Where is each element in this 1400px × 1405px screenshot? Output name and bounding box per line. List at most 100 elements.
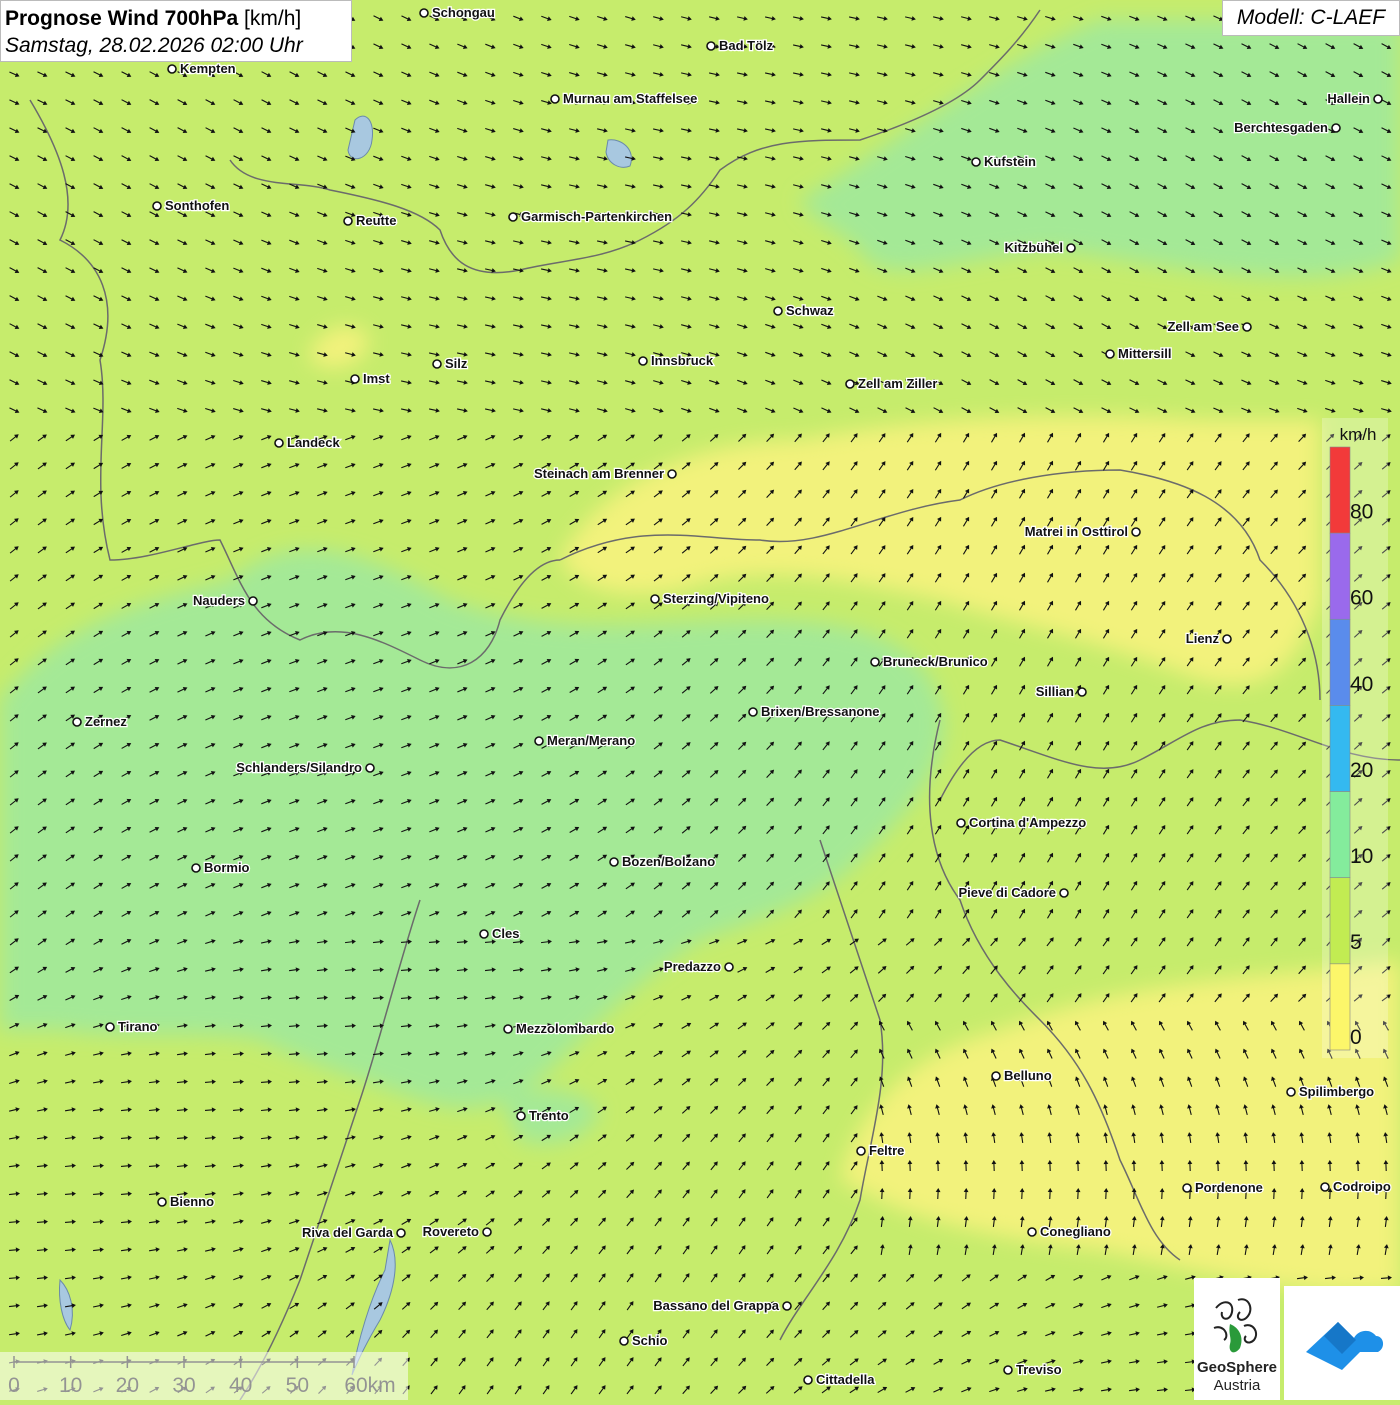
city-label: Bassano del Grappa — [653, 1298, 779, 1313]
map-title-unit: [km/h] — [244, 7, 301, 30]
city-dot-icon — [483, 1228, 491, 1236]
city-label: Zernez — [85, 714, 127, 729]
legend-swatch — [1330, 964, 1350, 1050]
city-label: Zell am See — [1167, 319, 1239, 334]
city-label: Treviso — [1016, 1362, 1062, 1377]
city-label: Imst — [363, 371, 390, 386]
legend-label: 60 — [1350, 587, 1373, 610]
wind-map: SchongauBad TölzKemptenMurnau am Staffel… — [0, 0, 1400, 1400]
legend-swatch — [1330, 878, 1350, 964]
city-marker: Bozen/Bolzano — [610, 854, 715, 869]
city-dot-icon — [420, 9, 428, 17]
city-marker: Brixen/Bressanone — [749, 704, 880, 719]
geosphere-logo: GeoSphere Austria — [1194, 1278, 1280, 1400]
city-label: Landeck — [287, 435, 341, 450]
city-label: Silz — [445, 356, 468, 371]
city-dot-icon — [551, 95, 559, 103]
city-dot-icon — [397, 1229, 405, 1237]
legend-unit: km/h — [1340, 425, 1377, 444]
city-label: Schlanders/Silandro — [236, 760, 362, 775]
city-marker: Riva del Garda — [302, 1225, 405, 1240]
city-dot-icon — [249, 597, 257, 605]
city-dot-icon — [804, 1376, 812, 1384]
city-dot-icon — [1287, 1088, 1295, 1096]
city-dot-icon — [957, 819, 965, 827]
city-label: Lienz — [1186, 631, 1220, 646]
city-marker: Steinach am Brenner — [534, 466, 676, 481]
city-label: Schwaz — [786, 303, 834, 318]
city-label: Garmisch-Partenkirchen — [521, 209, 672, 224]
city-dot-icon — [1067, 244, 1075, 252]
forecast-datetime: Samstag, 28.02.2026 02:00 Uhr — [5, 32, 347, 59]
city-label: Rovereto — [423, 1224, 479, 1239]
legend-label: 80 — [1350, 500, 1373, 523]
city-label: Predazzo — [664, 959, 721, 974]
city-dot-icon — [509, 213, 517, 221]
weather-app-logo — [1284, 1286, 1400, 1400]
legend-swatch — [1330, 705, 1350, 791]
map-title: Prognose Wind 700hPa [km/h] — [5, 5, 347, 32]
city-label: Belluno — [1004, 1068, 1052, 1083]
city-label: Mezzolombardo — [516, 1021, 614, 1036]
city-dot-icon — [535, 737, 543, 745]
city-marker: Meran/Merano — [535, 733, 635, 748]
city-label: Zell am Ziller — [858, 376, 937, 391]
city-label: Bormio — [204, 860, 250, 875]
city-label: Pordenone — [1195, 1180, 1263, 1195]
city-label: Murnau am Staffelsee — [563, 91, 697, 106]
city-label: Kitzbühel — [1005, 240, 1064, 255]
city-label: Conegliano — [1040, 1224, 1111, 1239]
city-label: Reutte — [356, 213, 396, 228]
color-legend: km/h806040201050 — [1322, 418, 1388, 1058]
city-marker: Bruneck/Brunico — [871, 654, 988, 669]
city-label: Cortina d'Ampezzo — [969, 815, 1086, 830]
city-dot-icon — [158, 1198, 166, 1206]
city-label: Cles — [492, 926, 519, 941]
city-label: Pieve di Cadore — [958, 885, 1056, 900]
org-name-line1: GeoSphere — [1197, 1359, 1277, 1376]
city-label: Hallein — [1327, 91, 1370, 106]
city-dot-icon — [846, 380, 854, 388]
city-marker: Murnau am Staffelsee — [551, 91, 697, 106]
city-marker: Zell am See — [1167, 319, 1251, 334]
city-dot-icon — [1332, 124, 1340, 132]
legend-label: 40 — [1350, 673, 1373, 696]
city-dot-icon — [480, 930, 488, 938]
city-label: Matrei in Osttirol — [1025, 524, 1128, 539]
map-title-main: Prognose Wind 700hPa — [5, 7, 238, 30]
city-label: Sonthofen — [165, 198, 229, 213]
city-label: Bozen/Bolzano — [622, 854, 715, 869]
city-dot-icon — [651, 595, 659, 603]
city-dot-icon — [517, 1112, 525, 1120]
city-label: Brixen/Bressanone — [761, 704, 880, 719]
city-label: Feltre — [869, 1143, 904, 1158]
city-label: Bad Tölz — [719, 38, 774, 53]
legend-label: 0 — [1350, 1026, 1362, 1049]
city-label: Sillian — [1036, 684, 1074, 699]
model-label: Modell: C-LAEF — [1222, 0, 1400, 36]
city-label: Tirano — [118, 1019, 158, 1034]
city-dot-icon — [504, 1025, 512, 1033]
geosphere-emblem-icon: GeoSphere Austria — [1194, 1278, 1280, 1400]
city-marker: Conegliano — [1028, 1224, 1111, 1239]
city-dot-icon — [620, 1337, 628, 1345]
legend-swatch — [1330, 447, 1350, 533]
city-label: Mittersill — [1118, 346, 1171, 361]
city-dot-icon — [871, 658, 879, 666]
city-marker: Schlanders/Silandro — [236, 760, 374, 775]
city-dot-icon — [668, 470, 676, 478]
city-label: Codroipo — [1333, 1179, 1391, 1194]
city-marker: Sonthofen — [153, 198, 229, 213]
city-marker: Matrei in Osttirol — [1025, 524, 1140, 539]
city-dot-icon — [153, 202, 161, 210]
city-marker: Pordenone — [1183, 1180, 1263, 1195]
city-dot-icon — [774, 307, 782, 315]
city-dot-icon — [1374, 95, 1382, 103]
city-label: Meran/Merano — [547, 733, 635, 748]
city-dot-icon — [275, 439, 283, 447]
city-dot-icon — [1183, 1184, 1191, 1192]
city-dot-icon — [725, 963, 733, 971]
city-label: Riva del Garda — [302, 1225, 394, 1240]
city-label: Kufstein — [984, 154, 1036, 169]
city-marker: Cortina d'Ampezzo — [957, 815, 1086, 830]
